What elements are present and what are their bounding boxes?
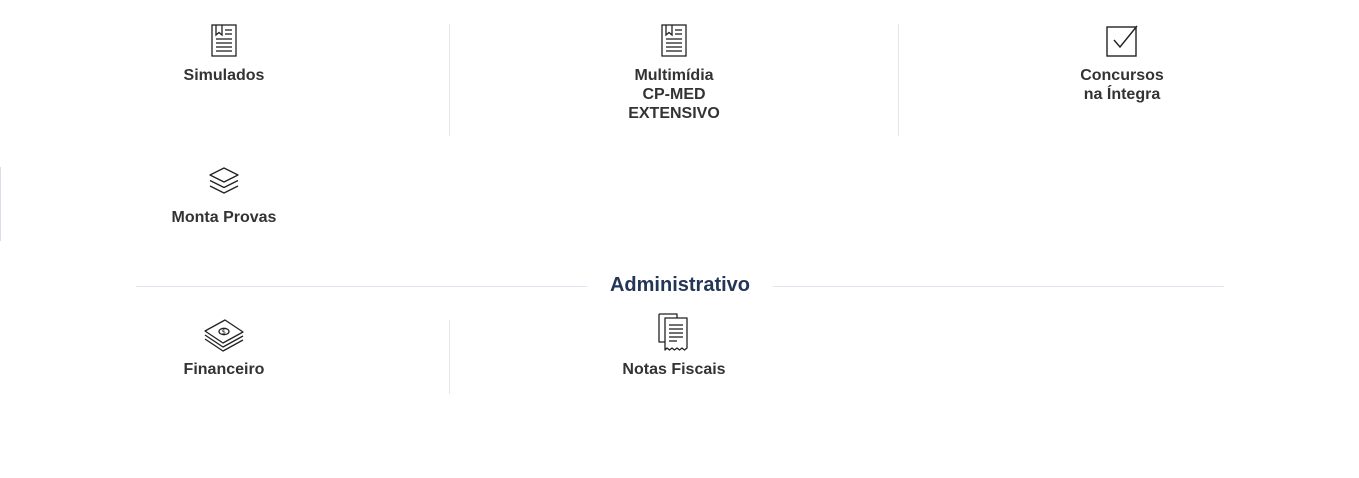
- column-divider: [449, 24, 450, 136]
- left-edge-divider: [0, 167, 1, 241]
- money-stack-icon: $: [203, 316, 245, 352]
- menu-item-label: Financeiro: [183, 361, 265, 378]
- section-title: Administrativo: [609, 274, 751, 296]
- menu-item-simulados[interactable]: Simulados: [124, 22, 324, 85]
- receipts-icon: [657, 313, 691, 352]
- section-rule: [136, 286, 587, 287]
- section-rule: [773, 286, 1224, 287]
- menu-item-label: Simulados: [183, 67, 265, 84]
- exam-book-icon: [210, 22, 238, 58]
- svg-text:$: $: [222, 328, 226, 336]
- menu-item-concursos[interactable]: Concursos na Íntegra: [1022, 22, 1222, 104]
- multimedia-book-icon: [660, 22, 688, 58]
- layers-icon: [208, 164, 240, 200]
- menu-item-monta-provas[interactable]: Monta Provas: [124, 164, 324, 227]
- menu-item-label: Concursos na Íntegra: [1080, 67, 1164, 103]
- menu-item-multimidia[interactable]: Multimídia CP-MED EXTENSIVO: [574, 22, 774, 123]
- column-divider: [449, 320, 450, 394]
- column-divider: [898, 24, 899, 136]
- menu-item-financeiro[interactable]: $ Financeiro: [124, 316, 324, 379]
- menu-item-notas-fiscais[interactable]: Notas Fiscais: [574, 313, 774, 379]
- menu-item-label: Notas Fiscais: [622, 361, 726, 378]
- checkbox-icon: [1105, 22, 1139, 58]
- menu-item-label: Monta Provas: [171, 209, 277, 226]
- section-header-administrativo: Administrativo: [136, 272, 1224, 300]
- menu-item-label: Multimídia CP-MED EXTENSIVO: [628, 67, 720, 122]
